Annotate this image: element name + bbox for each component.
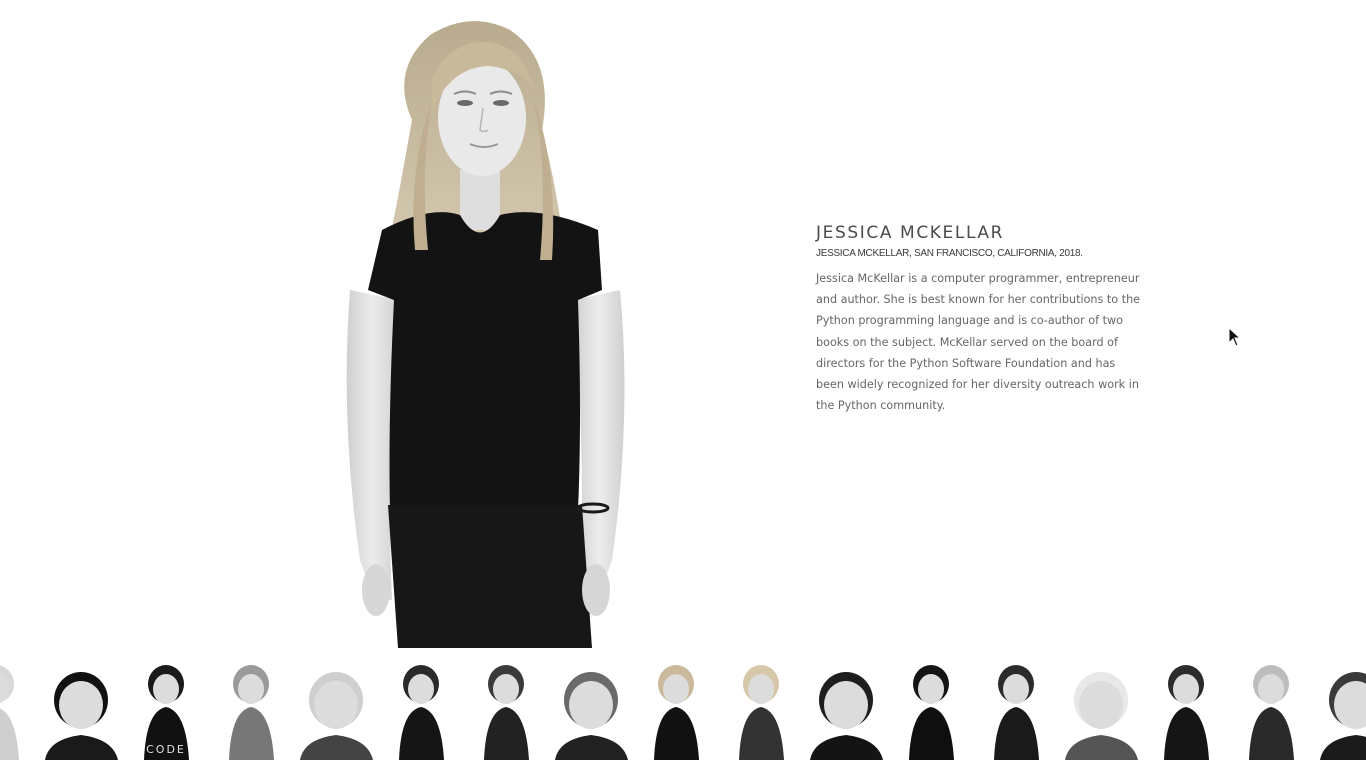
thumbnail-body [994,707,1039,760]
thumbnail-face [918,674,944,704]
thumbnail-portrait[interactable] [638,663,715,760]
person-name: JESSICA MCKELLAR [816,223,1005,243]
bio-panel: JESSICA MCKELLAR JESSICA MCKELLAR, SAN F… [816,222,1142,416]
photo-caption: JESSICA MCKELLAR, SAN FRANCISCO, CALIFOR… [816,248,1083,259]
thumbnail-portrait[interactable] [383,663,460,760]
thumbnail-portrait[interactable] [298,663,375,760]
thumbnail-body [0,708,19,760]
thumbnail-portrait[interactable] [1148,663,1225,760]
thumbnail-face [59,681,103,729]
thumbnail-portrait[interactable] [893,663,970,760]
thumbnail-body [654,707,699,760]
main-portrait-image [320,0,650,648]
thumbnail-face [1258,674,1284,704]
thumbnail-body [1164,707,1209,760]
thumbnail-image: CODE [144,665,189,760]
thumbnail-portrait[interactable] [468,663,545,760]
thumbnail-portrait[interactable] [1233,663,1310,760]
thumbnail-image [909,665,954,760]
thumbnail-image [399,665,444,760]
thumbnail-image [739,665,784,760]
thumbnail-body [45,735,118,760]
thumbnail-portrait[interactable] [978,663,1055,760]
mouse-pointer-icon [1228,326,1242,347]
thumbnail-portrait[interactable] [213,663,290,760]
thumbnail-face [1173,674,1199,704]
thumbnail-portrait[interactable] [723,663,800,760]
thumbnail-image [484,665,529,760]
thumbnail-face [408,674,434,704]
thumbnail-face [493,674,519,704]
thumbnail-face [569,681,613,729]
thumbnail-portrait[interactable] [808,663,885,760]
thumbnail-image [1320,672,1366,760]
thumbnail-face [238,674,264,704]
thumbnail-body [555,735,628,760]
thumbnail-face [748,674,774,704]
thumbnail-face [314,681,358,729]
thumbnail-image [555,672,628,760]
person-biography: Jessica McKellar is a computer programme… [816,272,1141,413]
thumbnail-body [1320,735,1366,760]
thumbnail-portrait[interactable] [0,663,35,760]
thumbnail-image [1164,665,1209,760]
thumbnail-body [739,707,784,760]
thumbnail-body [1249,707,1294,760]
thumbnail-image [45,672,118,760]
thumbnail-image [654,665,699,760]
thumbnail-portrait[interactable] [1318,663,1366,760]
thumbnail-face [1079,681,1123,729]
thumbnail-body [300,735,373,760]
thumbnail-face [153,674,179,704]
thumbnail-portrait[interactable]: CODE [128,663,205,760]
thumbnail-face [1003,674,1029,704]
thumbnail-portrait[interactable] [1063,663,1140,760]
thumbnail-image [810,672,883,760]
thumbnail-image [1249,665,1294,760]
thumbnail-body [229,707,274,760]
thumbnail-body [1065,735,1138,760]
thumbnail-portrait[interactable] [43,663,120,760]
thumbnail-face [824,681,868,729]
thumbnail-body [909,707,954,760]
thumbnail-body [810,735,883,760]
thumbnail-image [1065,672,1138,760]
thumbnail-image [229,665,274,760]
thumbnail-shirt-text: CODE [146,743,186,756]
thumbnail-body [399,707,444,760]
thumbnail-image [0,665,19,760]
thumbnail-image [300,672,373,760]
thumbnail-body [484,707,529,760]
thumbnail-strip: CODE [0,663,1366,760]
thumbnail-portrait[interactable] [553,663,630,760]
portrait-gallery-page: JESSICA MCKELLAR JESSICA MCKELLAR, SAN F… [0,0,1366,768]
thumbnail-face [663,674,689,704]
thumbnail-image [994,665,1039,760]
